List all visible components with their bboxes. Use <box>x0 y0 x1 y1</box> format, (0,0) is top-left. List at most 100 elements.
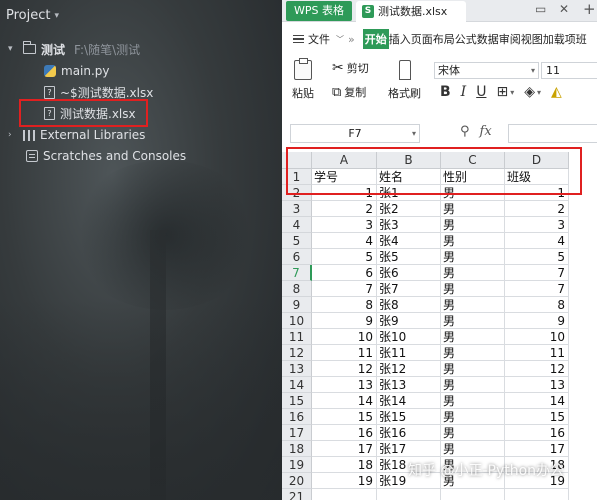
table-cell[interactable]: 7 <box>505 265 569 281</box>
table-cell[interactable]: 19 <box>312 473 377 489</box>
chevron-down-icon[interactable]: ﹀ <box>336 34 344 45</box>
table-cell[interactable]: 男 <box>441 313 505 329</box>
new-tab-icon[interactable]: + <box>583 0 596 18</box>
row-header[interactable]: 7 <box>282 265 312 281</box>
border-icon[interactable]: ⊞ <box>496 84 508 100</box>
menu-file[interactable]: 文件 <box>308 31 330 47</box>
tree-scratches[interactable]: Scratches and Consoles <box>26 147 186 165</box>
table-cell[interactable]: 张14 <box>377 393 441 409</box>
italic-button[interactable]: I <box>461 84 467 100</box>
formula-input[interactable] <box>508 124 597 143</box>
row-header[interactable]: 18 <box>282 441 312 457</box>
table-cell[interactable]: 张13 <box>377 377 441 393</box>
font-color-icon[interactable]: ◭ <box>551 84 562 100</box>
table-cell[interactable]: 18 <box>312 457 377 473</box>
fx-icon[interactable]: fx <box>480 124 492 139</box>
table-cell[interactable]: 3 <box>312 217 377 233</box>
row-header[interactable]: 19 <box>282 457 312 473</box>
table-cell[interactable]: 12 <box>312 361 377 377</box>
fill-color-icon[interactable]: ◈ <box>524 84 535 100</box>
zoom-icon[interactable]: ⚲ <box>460 124 470 139</box>
table-cell[interactable]: 12 <box>505 361 569 377</box>
format-painter-button[interactable]: 格式刷 <box>388 60 421 101</box>
tab-document[interactable]: S 测试数据.xlsx <box>356 1 466 22</box>
table-cell[interactable]: 男 <box>441 329 505 345</box>
restore-icon[interactable]: ▭ <box>535 2 546 16</box>
table-cell[interactable]: 11 <box>312 345 377 361</box>
row-header[interactable]: 21 <box>282 489 312 500</box>
row-header[interactable]: 3 <box>282 201 312 217</box>
row-header[interactable]: 8 <box>282 281 312 297</box>
row-header[interactable]: 4 <box>282 217 312 233</box>
row-header[interactable]: 5 <box>282 233 312 249</box>
hamburger-menu-icon[interactable] <box>293 35 304 43</box>
table-cell[interactable]: 8 <box>505 297 569 313</box>
row-header[interactable]: 17 <box>282 425 312 441</box>
table-cell[interactable]: 张15 <box>377 409 441 425</box>
table-cell[interactable]: 张4 <box>377 233 441 249</box>
table-cell[interactable]: 张16 <box>377 425 441 441</box>
tab-wps-app[interactable]: WPS 表格 <box>286 1 352 21</box>
bold-button[interactable]: B <box>440 84 451 100</box>
close-tab-icon[interactable]: ✕ <box>559 2 569 16</box>
table-cell[interactable]: 男 <box>441 425 505 441</box>
menu-start[interactable]: 开始 <box>362 29 389 49</box>
table-cell[interactable]: 13 <box>505 377 569 393</box>
table-cell[interactable]: 17 <box>505 441 569 457</box>
chevron-down-icon[interactable]: ▾ <box>510 88 514 97</box>
table-cell[interactable]: 张9 <box>377 313 441 329</box>
table-cell[interactable]: 4 <box>312 233 377 249</box>
table-cell[interactable]: 8 <box>312 297 377 313</box>
table-cell[interactable]: 2 <box>312 201 377 217</box>
table-cell[interactable]: 3 <box>505 217 569 233</box>
table-cell[interactable]: 男 <box>441 297 505 313</box>
table-cell[interactable]: 张6 <box>377 265 441 281</box>
table-cell[interactable]: 男 <box>441 217 505 233</box>
table-cell[interactable]: 男 <box>441 201 505 217</box>
table-cell[interactable]: 男 <box>441 345 505 361</box>
font-size-select[interactable]: 11 <box>541 62 597 79</box>
row-header[interactable]: 15 <box>282 393 312 409</box>
row-header[interactable]: 20 <box>282 473 312 489</box>
row-header[interactable]: 10 <box>282 313 312 329</box>
table-cell[interactable]: 17 <box>312 441 377 457</box>
table-cell[interactable]: 15 <box>505 409 569 425</box>
table-cell[interactable]: 10 <box>505 329 569 345</box>
table-cell[interactable]: 14 <box>505 393 569 409</box>
table-cell[interactable]: 14 <box>312 393 377 409</box>
table-cell[interactable]: 16 <box>505 425 569 441</box>
name-box[interactable]: F7 ▾ <box>290 124 420 143</box>
row-header[interactable]: 13 <box>282 361 312 377</box>
tree-external-libraries[interactable]: › External Libraries <box>8 126 145 144</box>
menu-ribbon-tabs[interactable]: 插入页面布局公式数据审阅视图加载项班 <box>389 31 587 47</box>
table-cell[interactable]: 7 <box>505 281 569 297</box>
table-cell[interactable]: 7 <box>312 281 377 297</box>
table-cell[interactable]: 6 <box>312 265 377 281</box>
table-cell[interactable]: 男 <box>441 377 505 393</box>
font-family-select[interactable]: 宋体 ▾ <box>434 62 539 79</box>
table-cell[interactable]: 张17 <box>377 441 441 457</box>
table-cell[interactable]: 张7 <box>377 281 441 297</box>
table-cell[interactable]: 5 <box>312 249 377 265</box>
table-cell[interactable] <box>441 489 505 500</box>
table-cell[interactable]: 张2 <box>377 201 441 217</box>
table-cell[interactable]: 9 <box>505 313 569 329</box>
row-header[interactable]: 11 <box>282 329 312 345</box>
row-header[interactable]: 14 <box>282 377 312 393</box>
table-cell[interactable]: 11 <box>505 345 569 361</box>
row-header[interactable]: 12 <box>282 345 312 361</box>
table-cell[interactable] <box>312 489 377 500</box>
table-cell[interactable]: 2 <box>505 201 569 217</box>
tree-file-main-py[interactable]: main.py <box>44 62 110 80</box>
table-cell[interactable]: 9 <box>312 313 377 329</box>
table-cell[interactable]: 张5 <box>377 249 441 265</box>
row-header[interactable]: 6 <box>282 249 312 265</box>
project-header[interactable]: Project ▾ <box>6 8 59 23</box>
table-cell[interactable]: 张11 <box>377 345 441 361</box>
table-cell[interactable]: 男 <box>441 361 505 377</box>
table-cell[interactable]: 张10 <box>377 329 441 345</box>
table-cell[interactable]: 男 <box>441 441 505 457</box>
table-cell[interactable]: 13 <box>312 377 377 393</box>
table-cell[interactable]: 16 <box>312 425 377 441</box>
double-chevron-icon[interactable]: » <box>348 33 355 46</box>
